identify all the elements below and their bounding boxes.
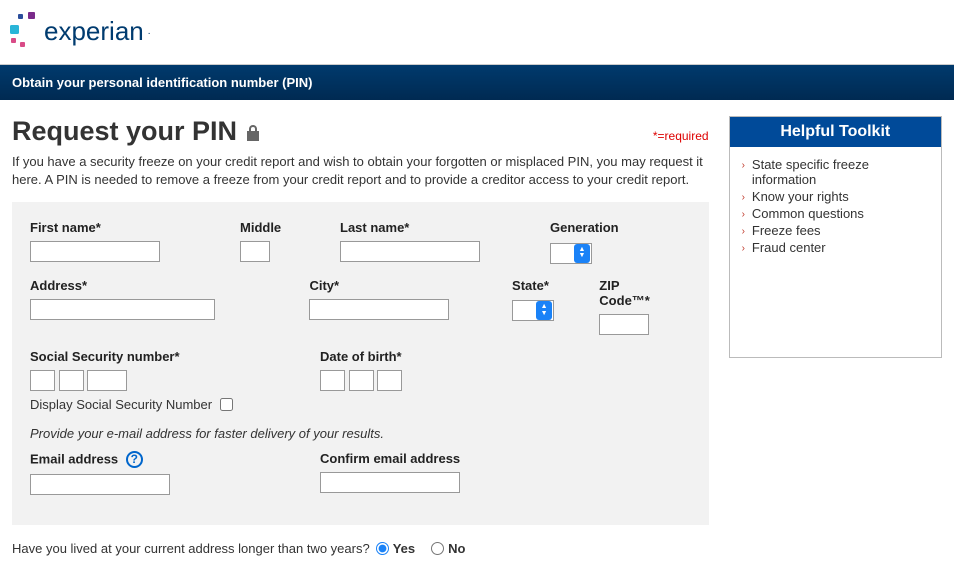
toolkit-item-0[interactable]: ›State specific freeze information [742,157,929,187]
toolkit-item-2[interactable]: ›Common questions [742,206,929,221]
confirm-email-label: Confirm email address [320,451,460,466]
middle-label: Middle [240,220,320,235]
intro-text: If you have a security freeze on your cr… [12,153,709,188]
radio-no-label: No [448,541,465,556]
state-label: State* [512,278,579,293]
sidebar: Helpful Toolkit ›State specific freeze i… [729,116,942,525]
zip-input[interactable] [599,314,649,335]
display-ssn-label: Display Social Security Number [30,397,212,412]
dob-input-3[interactable] [377,370,402,391]
toolkit-item-3[interactable]: ›Freeze fees [742,223,929,238]
first-name-label: First name* [30,220,220,235]
logo-area: experian. [0,0,954,65]
dob-label: Date of birth* [320,349,402,364]
help-icon[interactable]: ? [126,451,143,468]
radio-no[interactable] [431,542,444,555]
chevron-updown-icon [541,304,548,317]
toolkit-item-4[interactable]: ›Fraud center [742,240,929,255]
radio-yes[interactable] [376,542,389,555]
last-name-label: Last name* [340,220,530,235]
toolkit-header: Helpful Toolkit [730,117,941,147]
required-legend: *=required [653,129,709,143]
email-hint: Provide your e-mail address for faster d… [30,426,691,441]
logo-tm: . [148,26,151,37]
lock-icon [245,124,261,147]
radio-question-text: Have you lived at your current address l… [12,541,370,556]
first-name-input[interactable] [30,241,160,262]
email-input[interactable] [30,474,170,495]
generation-select[interactable] [550,243,592,264]
generation-label: Generation [550,220,619,235]
ssn-input-2[interactable] [59,370,84,391]
ssn-label: Social Security number* [30,349,300,364]
ssn-input-3[interactable] [87,370,127,391]
email-label: Email address ? [30,451,300,468]
main-content: Request your PIN *=required If you have … [12,116,709,525]
chevron-right-icon: › [742,209,745,220]
middle-input[interactable] [240,241,270,262]
confirm-email-input[interactable] [320,472,460,493]
page-title: Request your PIN [12,116,237,147]
toolkit-item-1[interactable]: ›Know your rights [742,189,929,204]
dob-input-1[interactable] [320,370,345,391]
logo[interactable]: experian. [10,12,944,50]
state-select[interactable] [512,300,554,321]
chevron-updown-icon [579,247,586,260]
chevron-right-icon: › [742,243,745,254]
last-name-input[interactable] [340,241,480,262]
experian-logo-icon [10,12,40,50]
ssn-input-1[interactable] [30,370,55,391]
display-ssn-checkbox[interactable] [220,398,233,411]
logo-text: experian [44,16,144,47]
dob-input-2[interactable] [349,370,374,391]
chevron-right-icon: › [742,192,745,203]
email-label-text: Email address [30,451,118,466]
city-label: City* [309,278,492,293]
address-duration-question: Have you lived at your current address l… [0,525,954,572]
city-input[interactable] [309,299,449,320]
form-box: First name* Middle Last name* Generation [12,202,709,525]
toolkit-list: ›State specific freeze information ›Know… [730,147,941,267]
address-input[interactable] [30,299,215,320]
radio-yes-label: Yes [393,541,415,556]
toolkit-panel: Helpful Toolkit ›State specific freeze i… [729,116,942,358]
zip-label: ZIP Code™* [599,278,670,308]
chevron-right-icon: › [742,160,745,171]
address-label: Address* [30,278,289,293]
banner: Obtain your personal identification numb… [0,65,954,100]
chevron-right-icon: › [742,226,745,237]
